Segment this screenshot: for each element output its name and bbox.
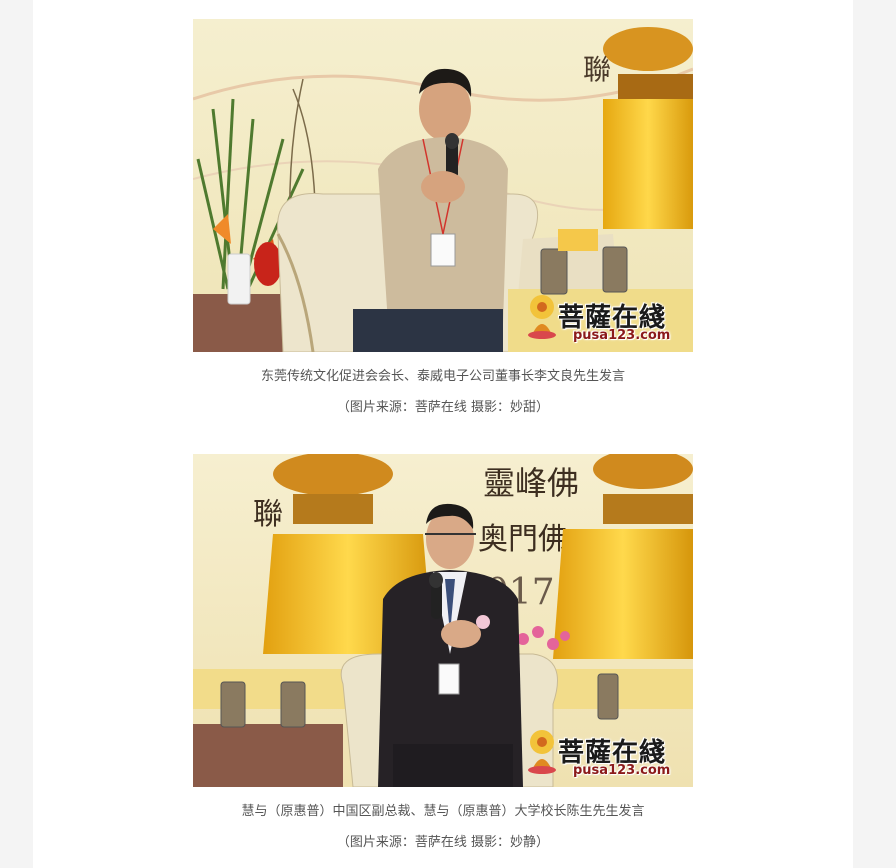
photo-caption-2: 慧与（原惠普）中国区副总裁、慧与（原惠普）大学校长陈生先生发言: [241, 804, 645, 819]
svg-text:奥門佛: 奥門佛: [478, 522, 568, 557]
buddha-logo-icon: [528, 295, 556, 339]
speaker-photo-2[interactable]: 聯 靈峰佛 奥門佛 2017: [193, 454, 693, 787]
svg-text:聯: 聯: [253, 497, 283, 532]
watermark-url: pusa123.com: [573, 763, 671, 778]
photo-caption-1: 东莞传统文化促进会会长、泰威电子公司董事长李文良先生发言: [260, 369, 625, 384]
buddha-logo-icon: [528, 730, 556, 774]
article-content: 聯 菩薩在綫 pusa123.com 东莞传统文化促进会会长、泰威电子公司董事长…: [33, 0, 853, 868]
watermark-url: pusa123.com: [573, 328, 671, 343]
banner-text: 聯: [583, 53, 611, 86]
speaker-photo-1[interactable]: 聯 菩薩在綫 pusa123.com: [193, 19, 693, 352]
photo-source-1: （图片来源：菩萨在线 摄影：妙甜）: [336, 400, 550, 415]
svg-text:靈峰佛: 靈峰佛: [483, 464, 579, 502]
photo-source-2: （图片来源：菩萨在线 摄影：妙静）: [336, 835, 550, 850]
